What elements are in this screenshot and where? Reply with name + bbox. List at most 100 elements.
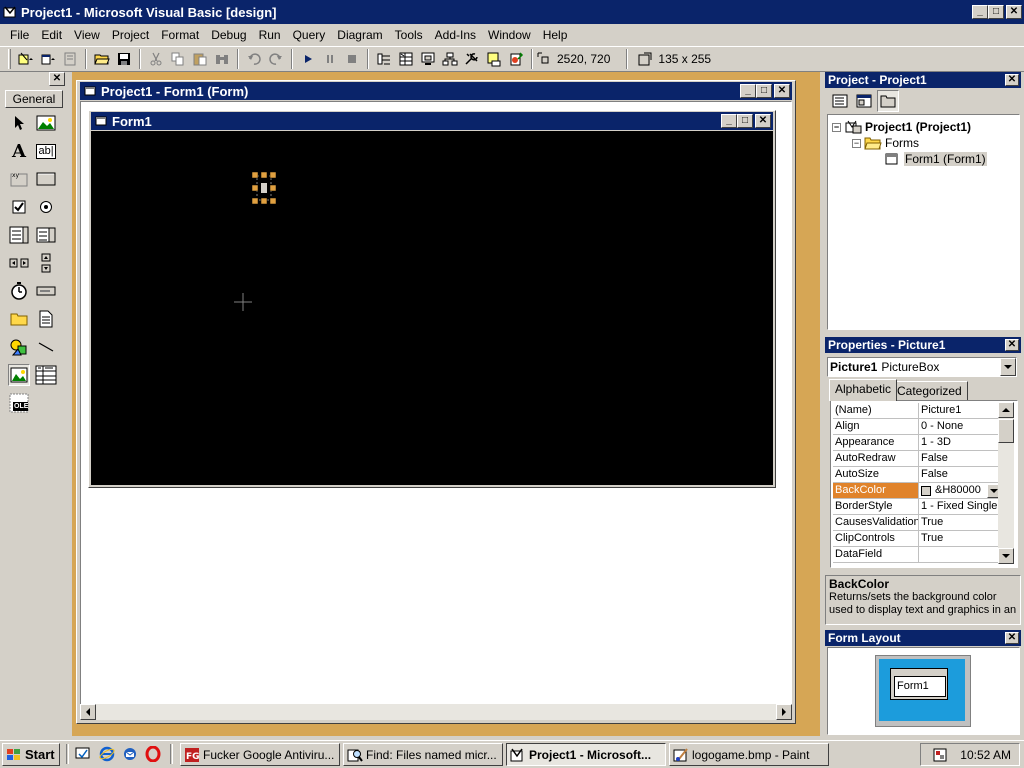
tab-alphabetic[interactable]: Alphabetic <box>829 379 898 401</box>
ole-icon[interactable]: OLE <box>8 392 30 414</box>
add-project-button[interactable] <box>15 48 37 70</box>
close-button[interactable]: ✕ <box>1006 5 1022 19</box>
property-value[interactable]: False <box>919 451 1001 467</box>
textbox-icon[interactable]: ab| <box>35 140 57 162</box>
form1-minimize-button[interactable]: _ <box>721 114 737 128</box>
minimize-button[interactable]: _ <box>972 5 988 19</box>
property-value[interactable]: False <box>919 467 1001 483</box>
menu-query[interactable]: Query <box>287 28 332 42</box>
component-manager-button[interactable] <box>505 48 527 70</box>
paste-button[interactable] <box>189 48 211 70</box>
property-value[interactable]: True <box>919 531 1001 547</box>
scroll-up-button[interactable] <box>998 402 1014 418</box>
menu-editor-button[interactable] <box>59 48 81 70</box>
toolbox-button[interactable] <box>461 48 483 70</box>
task-button-paint[interactable]: logogame.bmp - Paint <box>669 743 829 766</box>
data-view-button[interactable] <box>483 48 505 70</box>
cut-button[interactable] <box>145 48 167 70</box>
image-icon[interactable] <box>8 364 30 386</box>
find-button[interactable] <box>211 48 233 70</box>
menu-run[interactable]: Run <box>253 28 287 42</box>
form-layout-close-button[interactable]: ✕ <box>1005 632 1019 644</box>
menu-diagram[interactable]: Diagram <box>331 28 388 42</box>
frame-icon[interactable]: xy <box>8 168 30 190</box>
vscrollbar-icon[interactable] <box>35 252 57 274</box>
show-desktop-icon[interactable] <box>74 745 92 763</box>
tree-item-forms[interactable]: − Forms <box>852 136 919 150</box>
scroll-left-button[interactable] <box>80 704 96 720</box>
break-button[interactable] <box>319 48 341 70</box>
picture1-control[interactable] <box>251 171 277 205</box>
designer-title-bar[interactable]: Project1 - Form1 (Form) _ □ ✕ <box>80 82 792 100</box>
form1-title-bar[interactable]: Form1 _ □ ✕ <box>91 112 773 130</box>
menu-edit[interactable]: Edit <box>35 28 68 42</box>
add-form-button[interactable] <box>37 48 59 70</box>
scroll-thumb[interactable] <box>998 419 1014 443</box>
designer-hscrollbar[interactable] <box>80 704 792 720</box>
menu-format[interactable]: Format <box>155 28 205 42</box>
toolbar-grip[interactable] <box>8 49 11 69</box>
open-project-button[interactable] <box>91 48 113 70</box>
start-button[interactable]: Start <box>2 743 60 766</box>
toolbox-tab-general[interactable]: General <box>5 90 63 108</box>
task-button-find[interactable]: Find: Files named micr... <box>343 743 503 766</box>
view-code-button[interactable] <box>829 90 851 112</box>
shape-icon[interactable] <box>8 336 30 358</box>
menu-debug[interactable]: Debug <box>205 28 252 42</box>
opera-icon[interactable] <box>144 745 162 763</box>
project-explorer-button[interactable] <box>373 48 395 70</box>
property-row[interactable]: Appearance 1 - 3D <box>833 435 1001 451</box>
menu-help[interactable]: Help <box>537 28 574 42</box>
optionbutton-icon[interactable] <box>35 196 57 218</box>
property-value[interactable]: 1 - 3D <box>919 435 1001 451</box>
designer-minimize-button[interactable]: _ <box>740 84 756 98</box>
pointer-icon[interactable] <box>8 112 30 134</box>
property-row[interactable]: ClipControls True <box>833 531 1001 547</box>
undo-button[interactable] <box>243 48 265 70</box>
tree-item-form1[interactable]: Form1 (Form1) <box>884 152 987 166</box>
property-row[interactable]: AutoSize False <box>833 467 1001 483</box>
drivelistbox-icon[interactable] <box>35 280 57 302</box>
property-row[interactable]: (Name) Picture1 <box>833 403 1001 419</box>
toggle-folders-button[interactable] <box>877 90 899 112</box>
menu-addins[interactable]: Add-Ins <box>429 28 482 42</box>
hscrollbar-icon[interactable] <box>8 252 30 274</box>
line-icon[interactable] <box>35 336 57 358</box>
property-row[interactable]: BorderStyle 1 - Fixed Single <box>833 499 1001 515</box>
maximize-button[interactable]: □ <box>988 5 1004 19</box>
view-object-button[interactable] <box>853 90 875 112</box>
picturebox-icon[interactable] <box>35 112 57 134</box>
copy-button[interactable] <box>167 48 189 70</box>
filelistbox-icon[interactable] <box>35 308 57 330</box>
property-value[interactable]: Picture1 <box>919 403 1001 419</box>
timer-icon[interactable] <box>8 280 30 302</box>
form1-client-area[interactable] <box>91 131 773 485</box>
object-browser-button[interactable] <box>439 48 461 70</box>
dirlistbox-icon[interactable] <box>8 308 30 330</box>
task-button-vb[interactable]: Project1 - Microsoft... <box>506 743 666 766</box>
toolbox-close-button[interactable]: ✕ <box>49 72 65 86</box>
properties-close-button[interactable]: ✕ <box>1005 339 1019 351</box>
vb-app-icon[interactable] <box>3 5 17 19</box>
property-value-color[interactable]: &H80000 <box>919 483 1001 499</box>
tree-expander[interactable]: − <box>832 122 841 132</box>
property-row[interactable]: Align 0 - None <box>833 419 1001 435</box>
save-project-button[interactable] <box>113 48 135 70</box>
scroll-right-button[interactable] <box>776 704 792 720</box>
listbox-icon[interactable] <box>35 224 57 246</box>
layout-form-label[interactable]: Form1 <box>894 676 946 697</box>
property-value[interactable]: 1 - Fixed Single <box>919 499 1001 515</box>
menu-file[interactable]: File <box>4 28 35 42</box>
tree-expander[interactable]: − <box>852 138 861 148</box>
end-button[interactable] <box>341 48 363 70</box>
task-button-antivirus[interactable]: FG Fucker Google Antiviru... <box>180 743 340 766</box>
form1-close-button[interactable]: ✕ <box>755 114 771 128</box>
internet-explorer-icon[interactable] <box>98 745 116 763</box>
checkbox-icon[interactable] <box>8 196 30 218</box>
property-row-selected[interactable]: BackColor &H80000 <box>833 483 1001 499</box>
project-explorer-close-button[interactable]: ✕ <box>1005 74 1019 86</box>
object-selector-dropdown-button[interactable] <box>1000 358 1016 376</box>
menu-tools[interactable]: Tools <box>389 28 429 42</box>
label-icon[interactable]: A <box>8 140 30 162</box>
app-title-bar[interactable]: Project1 - Microsoft Visual Basic [desig… <box>0 0 1024 24</box>
